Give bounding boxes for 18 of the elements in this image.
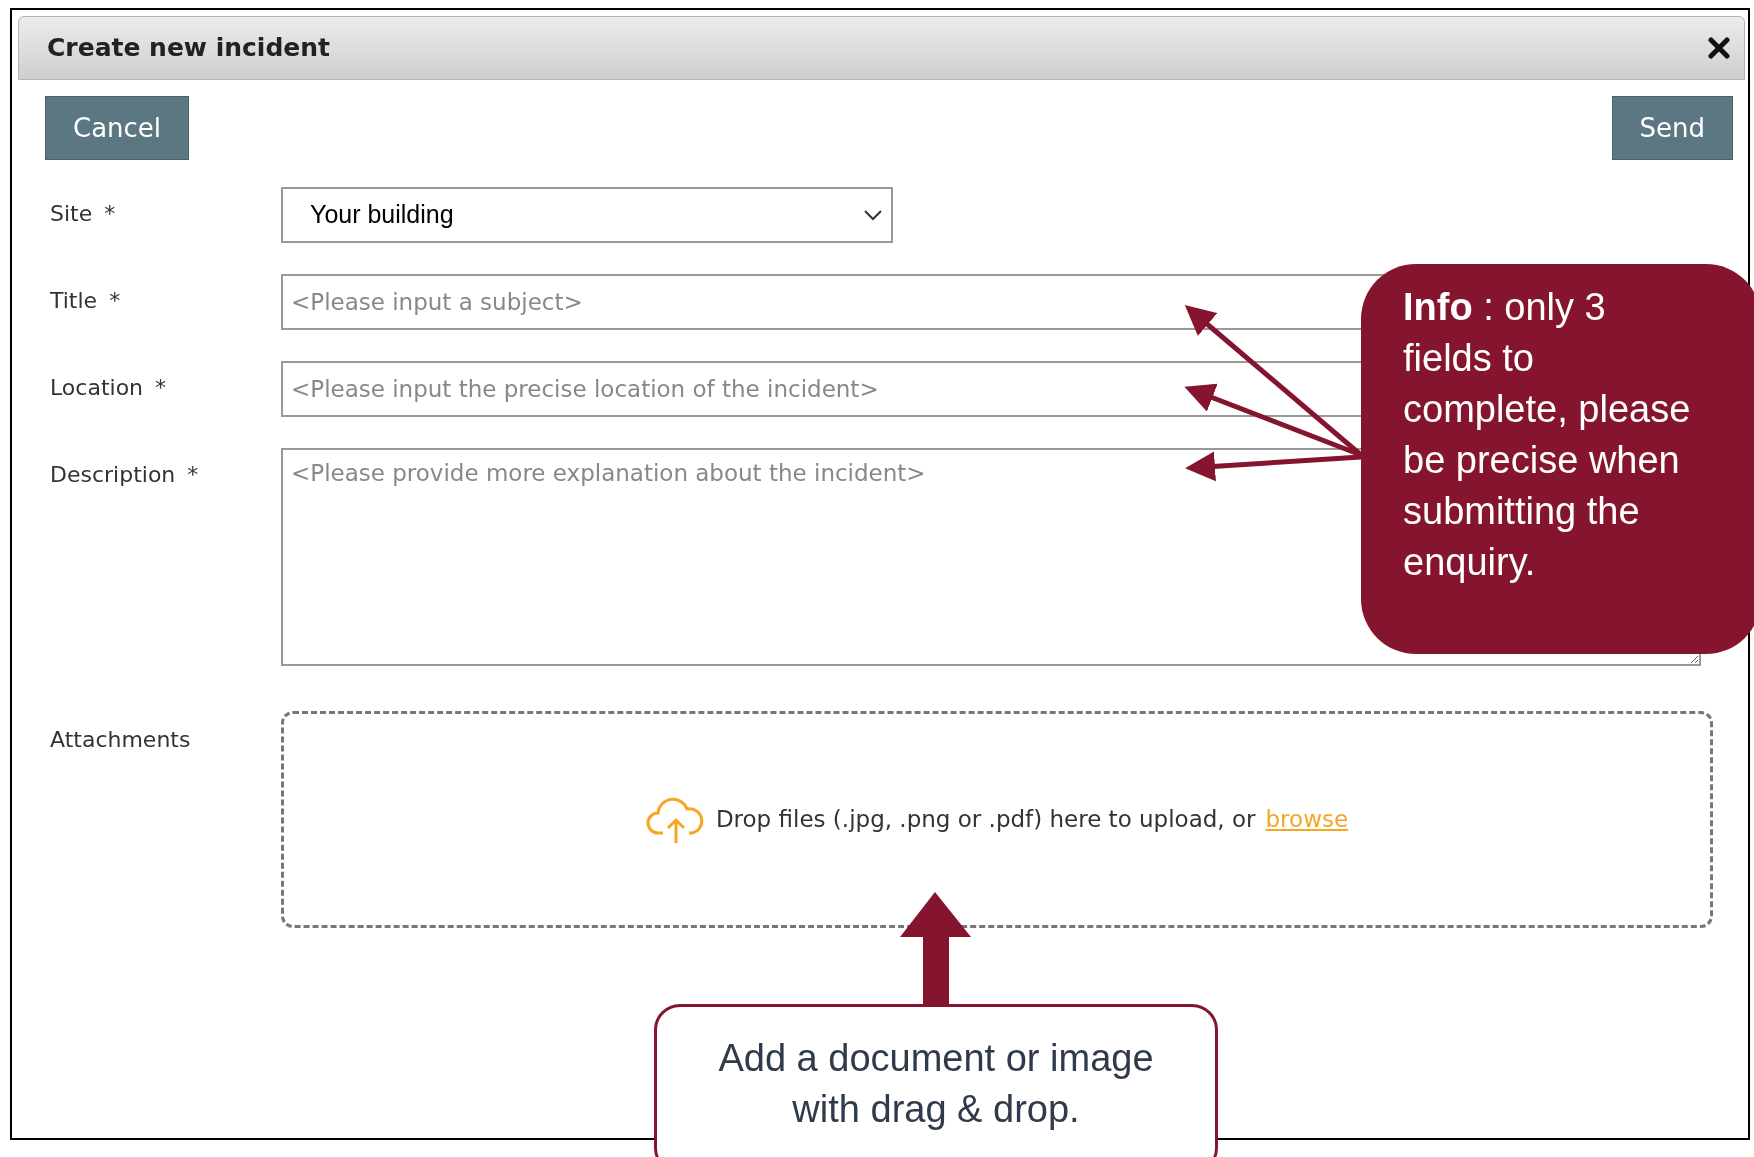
required-mark: * xyxy=(104,200,116,228)
field-label: Site xyxy=(50,200,93,228)
field-label: Title xyxy=(50,287,98,315)
field-label: Attachments xyxy=(50,726,192,754)
info-tooltip: Info : only 3 fields to complete, please be precise when submitting the enquiry. xyxy=(1361,264,1754,654)
note-callout: Add a document or image with drag & drop. xyxy=(654,1004,1218,1157)
dialog-title: Create new incident xyxy=(47,32,331,65)
site-dropdown[interactable]: Your building xyxy=(281,187,893,243)
required-mark: * xyxy=(187,461,199,489)
required-mark: * xyxy=(109,287,121,315)
cancel-button[interactable]: Cancel xyxy=(45,96,190,160)
field-label: Location xyxy=(50,374,144,402)
close-icon[interactable] xyxy=(1708,37,1730,59)
drop-instruction: Drop files (.jpg, .png or .pdf) here to upload, or xyxy=(715,805,1256,835)
chevron-down-icon xyxy=(863,209,883,221)
send-button[interactable]: Send xyxy=(1611,96,1733,160)
field-label: Description xyxy=(50,461,176,489)
required-mark: * xyxy=(155,374,167,402)
